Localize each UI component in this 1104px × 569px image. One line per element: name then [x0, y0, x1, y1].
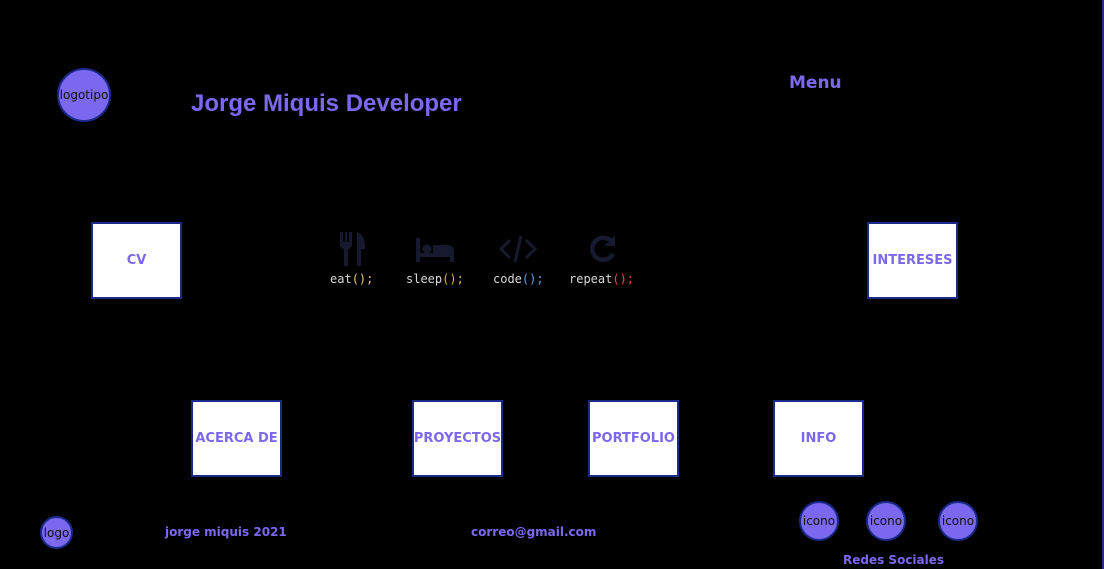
motto-eat: eat(); — [330, 232, 373, 286]
motto-repeat: repeat(); — [569, 232, 634, 286]
page-title: Jorge Miquis Developer — [191, 90, 462, 117]
social-icon-3[interactable]: icono — [938, 501, 978, 541]
logotipo-label: logotipo — [59, 88, 109, 102]
motto-sleep-label: sleep(); — [406, 272, 464, 286]
social-icon-2-label: icono — [869, 514, 903, 528]
social-networks-label: Redes Sociales — [843, 553, 945, 567]
portfolio-label: PORTFOLIO — [592, 431, 675, 446]
motto-repeat-label: repeat(); — [569, 272, 635, 286]
code-icon — [499, 235, 538, 263]
motto-eat-label: eat(); — [330, 272, 374, 286]
footer-logo-label: logo — [43, 525, 70, 540]
bed-icon — [415, 238, 454, 262]
menu-link[interactable]: Menu — [789, 73, 842, 93]
footer-logo-circle[interactable]: logo — [40, 516, 73, 549]
logotipo-circle[interactable]: logotipo — [57, 68, 111, 122]
info-label: INFO — [800, 431, 837, 446]
proyectos-button[interactable]: PROYECTOS — [412, 400, 503, 477]
motto-code-label: code(); — [493, 272, 544, 286]
footer-email-link[interactable]: correo@gmail.com — [471, 525, 596, 539]
acerca-de-button[interactable]: ACERCA DE — [191, 400, 282, 477]
social-icon-3-label: icono — [941, 514, 975, 528]
proyectos-label: PROYECTOS — [413, 431, 502, 446]
motto-code: code(); — [493, 232, 544, 286]
info-button[interactable]: INFO — [773, 400, 864, 477]
intereses-label: INTERESES — [872, 253, 953, 268]
social-icon-2[interactable]: icono — [866, 501, 906, 541]
cv-label: CV — [126, 253, 147, 268]
footer-copyright: jorge miquis 2021 — [165, 525, 287, 539]
social-icon-1-label: icono — [802, 514, 836, 528]
cv-button[interactable]: CV — [91, 222, 182, 299]
fork-knife-icon — [339, 232, 365, 266]
portfolio-button[interactable]: PORTFOLIO — [588, 400, 679, 477]
motto-sleep: sleep(); — [406, 232, 464, 286]
redo-icon — [589, 235, 615, 262]
social-icon-1[interactable]: icono — [799, 501, 839, 541]
intereses-button[interactable]: INTERESES — [867, 222, 958, 299]
acerca-de-label: ACERCA DE — [195, 431, 278, 446]
